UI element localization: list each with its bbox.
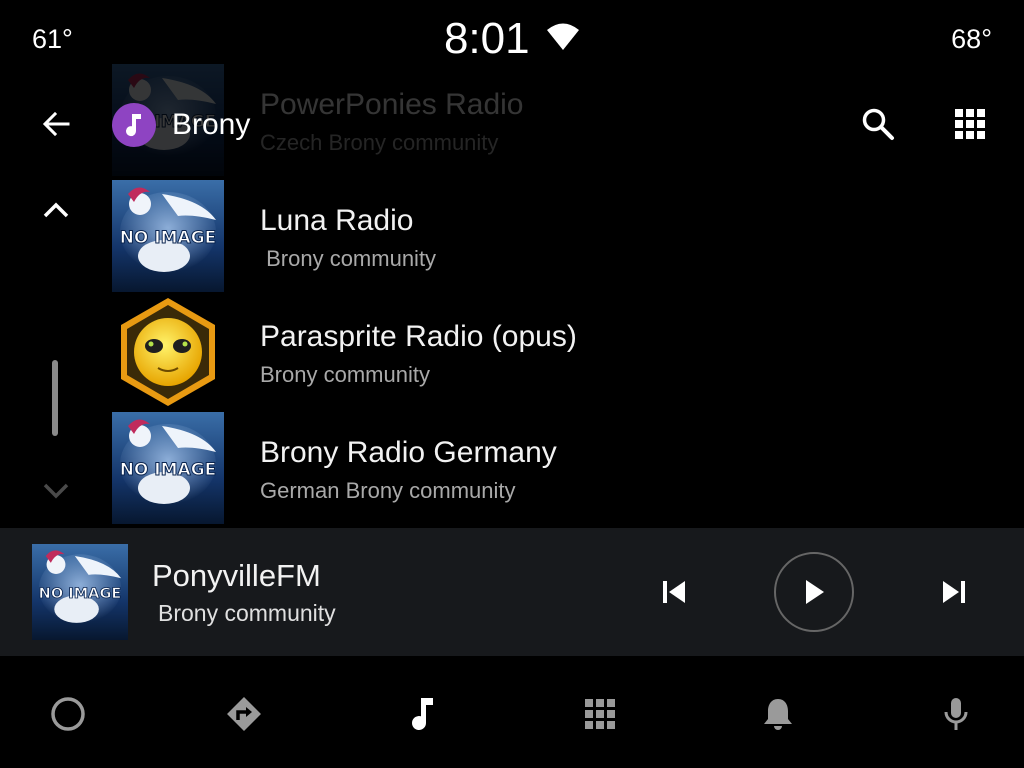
scroll-down-button[interactable]	[38, 472, 74, 508]
station-title: PowerPonies Radio	[260, 88, 524, 121]
page-title: Brony	[172, 108, 251, 141]
header: Brony	[112, 103, 250, 147]
play-button[interactable]	[774, 552, 854, 632]
bottom-nav	[0, 656, 1024, 768]
music-note-icon	[126, 114, 141, 137]
station-subtitle: Brony community	[260, 246, 437, 271]
app-badge	[112, 103, 156, 147]
list-item[interactable]: NO IMAGE Brony Radio Germany German Bron…	[112, 412, 992, 524]
svg-text:NO IMAGE: NO IMAGE	[120, 228, 217, 248]
nav-media-button[interactable]	[400, 692, 444, 736]
search-icon	[862, 108, 894, 140]
back-button[interactable]	[36, 104, 76, 144]
nav-home-button[interactable]	[46, 692, 90, 736]
now-playing-title: PonyvilleFM	[152, 558, 321, 593]
music-note-icon	[412, 698, 433, 731]
chevron-up-icon	[43, 202, 69, 218]
skip-next-icon	[943, 581, 965, 603]
station-subtitle: Czech Brony community	[260, 130, 499, 155]
apps-button[interactable]	[948, 102, 992, 146]
navigation-icon	[227, 697, 261, 731]
station-title: Luna Radio	[260, 204, 414, 237]
microphone-icon	[944, 698, 968, 730]
chevron-down-icon	[43, 483, 69, 499]
station-title: Parasprite Radio (opus)	[260, 320, 577, 353]
skip-next-button[interactable]	[932, 572, 976, 612]
skip-previous-button[interactable]	[652, 572, 696, 612]
home-circle-icon	[51, 697, 85, 731]
station-art: NO IMAGE	[112, 180, 224, 292]
now-playing-bar[interactable]: NO IMAGE PonyvilleFM Brony community	[0, 528, 1024, 656]
clock: 8:01	[443, 14, 530, 63]
parasprite-logo-icon	[121, 298, 215, 406]
apps-grid-icon	[585, 699, 615, 729]
skip-previous-icon	[663, 581, 685, 603]
scroll-up-button[interactable]	[38, 192, 74, 228]
station-subtitle: Brony community	[260, 362, 430, 387]
no-image-placeholder-icon: NO IMAGE	[112, 180, 224, 292]
play-icon	[806, 580, 824, 604]
station-art: NO IMAGE	[112, 412, 224, 524]
nav-apps-button[interactable]	[578, 692, 622, 736]
now-playing-subtitle: Brony community	[158, 600, 336, 626]
passenger-temperature[interactable]: 68°	[951, 24, 992, 55]
no-image-placeholder-icon: NO IMAGE	[32, 544, 128, 640]
station-art	[112, 296, 224, 408]
nav-notifications-button[interactable]	[756, 692, 800, 736]
station-subtitle: German Brony community	[260, 478, 516, 503]
arrow-back-icon	[42, 111, 70, 137]
notification-bell-icon	[764, 699, 792, 730]
now-playing-art: NO IMAGE	[32, 544, 128, 640]
apps-grid-icon	[955, 109, 985, 139]
search-button[interactable]	[856, 102, 900, 146]
no-image-placeholder-icon: NO IMAGE	[112, 412, 224, 524]
list-item[interactable]: NO IMAGE Luna Radio Brony community	[112, 180, 992, 292]
nav-voice-button[interactable]	[934, 692, 978, 736]
wifi-icon	[546, 23, 580, 56]
scrollbar-thumb[interactable]	[52, 360, 58, 436]
clock-area: 8:01	[0, 14, 1024, 64]
svg-text:NO IMAGE: NO IMAGE	[120, 460, 217, 480]
list-item[interactable]: Parasprite Radio (opus) Brony community	[112, 296, 992, 408]
svg-text:NO IMAGE: NO IMAGE	[39, 585, 122, 602]
station-title: Brony Radio Germany	[260, 436, 557, 469]
nav-navigation-button[interactable]	[222, 692, 266, 736]
